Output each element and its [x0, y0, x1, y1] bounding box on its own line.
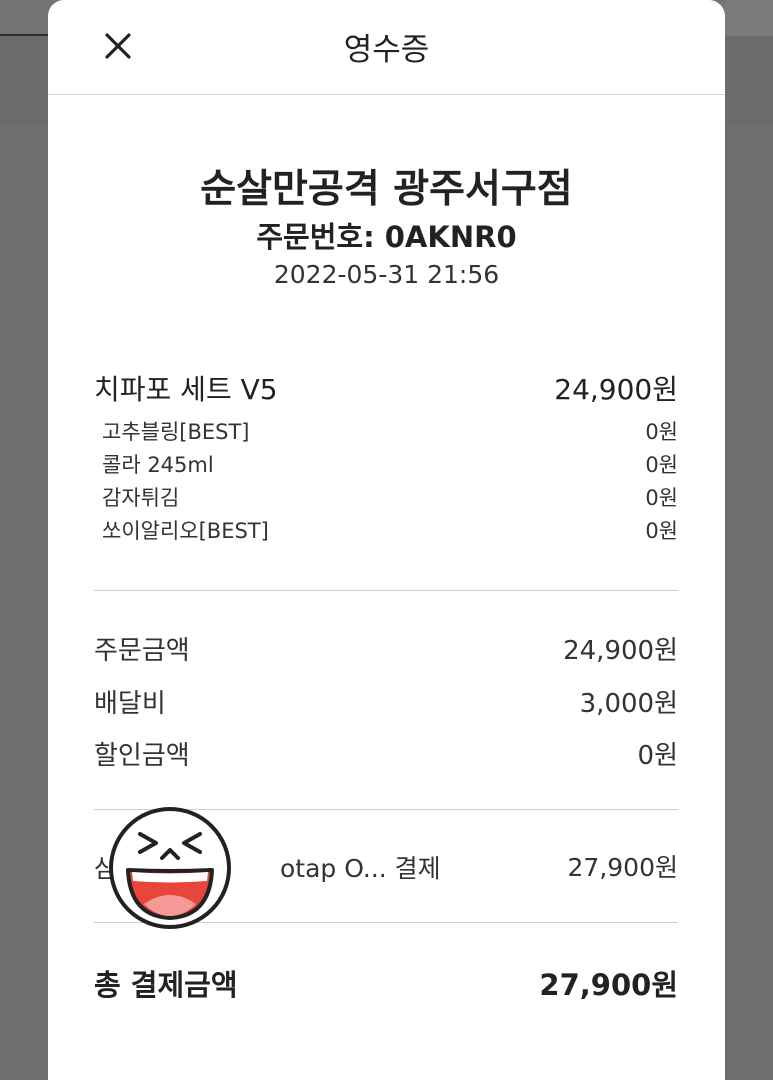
- total-label: 총 결제금액: [94, 968, 238, 1002]
- option-name: 쏘이알리오[BEST]: [102, 519, 269, 543]
- laughing-face-icon: [109, 807, 231, 929]
- menu-item-row: 치파포 세트 V5 24,900원: [94, 368, 678, 408]
- total-amount: 27,900원: [539, 968, 678, 1002]
- delivery-fee-label: 배달비: [94, 689, 166, 719]
- delivery-fee-row: 배달비 3,000원: [94, 683, 678, 720]
- discount-row: 할인금액 0원: [94, 735, 678, 772]
- option-price: 0원: [645, 453, 678, 477]
- option-row: 쏘이알리오[BEST] 0원: [102, 515, 678, 545]
- menu-item-name: 치파포 세트 V5: [94, 373, 278, 406]
- order-amount-value: 24,900원: [563, 636, 678, 666]
- option-price: 0원: [645, 519, 678, 543]
- order-amount-row: 주문금액 24,900원: [94, 630, 678, 667]
- discount-value: 0원: [637, 741, 678, 771]
- receipt-header: 영수증: [48, 0, 725, 95]
- option-name: 콜라 245ml: [102, 453, 214, 477]
- option-price: 0원: [645, 486, 678, 510]
- order-datetime: 2022-05-31 21:56: [273, 260, 500, 289]
- option-price: 0원: [645, 420, 678, 444]
- delivery-fee-value: 3,000원: [579, 689, 678, 719]
- option-name: 고추블링[BEST]: [102, 420, 250, 444]
- payment-amount: 27,900원: [567, 853, 678, 882]
- order-amount-label: 주문금액: [94, 636, 190, 666]
- page-title: 영수증: [343, 32, 430, 68]
- background-corner: [725, 0, 773, 36]
- menu-item-price: 24,900원: [554, 373, 678, 406]
- option-row: 콜라 245ml 0원: [102, 449, 678, 479]
- discount-label: 할인금액: [94, 741, 190, 771]
- payment-method-suffix: otap O... 결제: [280, 854, 441, 883]
- option-name: 감자튀김: [102, 486, 180, 510]
- option-row: 고추블링[BEST] 0원: [102, 416, 678, 446]
- total-row: 총 결제금액 27,900원: [94, 962, 678, 1004]
- divider: [94, 590, 678, 591]
- order-number: 주문번호: 0AKNR0: [256, 220, 517, 254]
- option-row: 감자튀김 0원: [102, 482, 678, 512]
- background-line: [0, 34, 48, 36]
- store-name: 순살만공격 광주서구점: [200, 167, 573, 212]
